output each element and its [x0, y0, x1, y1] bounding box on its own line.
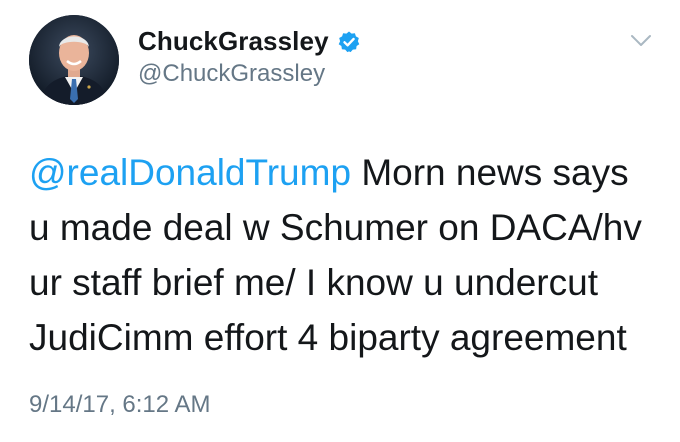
tweet-line-1: @realDonaldTrump Morn news says	[29, 145, 669, 200]
timestamp[interactable]: 9/14/17, 6:12 AM	[29, 391, 210, 419]
mention-link[interactable]: @realDonaldTrump	[29, 152, 351, 193]
chevron-down-icon[interactable]	[630, 34, 652, 48]
tweet-text: @realDonaldTrump Morn news says u made d…	[29, 145, 669, 365]
display-name[interactable]: ChuckGrassley	[138, 26, 329, 57]
tweet-line-1-text: Morn news says	[351, 152, 629, 193]
verified-badge-icon	[337, 30, 361, 54]
user-handle[interactable]: @ChuckGrassley	[138, 60, 325, 88]
profile-photo	[29, 15, 119, 105]
tweet-line-2: u made deal w Schumer on DACA/hv	[29, 207, 642, 248]
avatar[interactable]	[29, 15, 119, 105]
tweet-line-3: ur staff brief me/ I know u undercut	[29, 262, 598, 303]
tweet-line-4: JudiCimm effort 4 biparty agreement	[29, 317, 627, 358]
author-name-row: ChuckGrassley	[138, 26, 361, 57]
tweet-card: ChuckGrassley @ChuckGrassley @realDonald…	[0, 0, 680, 442]
